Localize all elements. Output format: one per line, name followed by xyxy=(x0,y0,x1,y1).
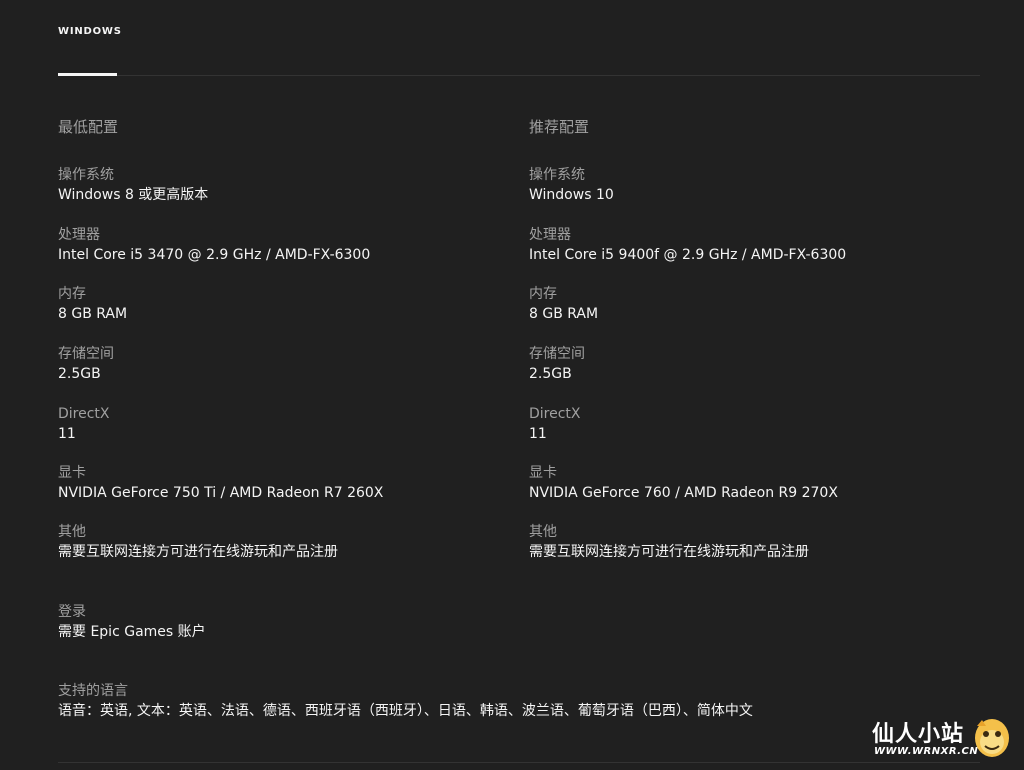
rec-spec-graphics: 显卡 NVIDIA GeForce 760 / AMD Radeon R9 27… xyxy=(529,463,838,503)
spec-value: 2.5GB xyxy=(529,366,572,382)
active-tab-indicator xyxy=(58,73,117,76)
rec-spec-storage: 存储空间 2.5GB xyxy=(529,344,585,384)
platform-tabbar: WINDOWS xyxy=(58,0,980,77)
spec-value: 11 xyxy=(58,426,76,442)
spec-value: Intel Core i5 3470 @ 2.9 GHz / AMD-FX-63… xyxy=(58,247,371,263)
rec-spec-directx: DirectX 11 xyxy=(529,404,581,444)
min-spec-graphics: 显卡 NVIDIA GeForce 750 Ti / AMD Radeon R7… xyxy=(58,463,383,503)
recommended-requirements-heading: 推荐配置 xyxy=(529,118,590,136)
spec-value: 需要互联网连接方可进行在线游玩和产品注册 xyxy=(58,544,338,560)
spec-label: 处理器 xyxy=(529,227,571,243)
rec-spec-os: 操作系统 Windows 10 xyxy=(529,165,614,205)
spec-label: 存储空间 xyxy=(529,346,585,362)
spec-value: 语音：英语, 文本：英语、法语、德语、西班牙语（西班牙）、日语、韩语、波兰语、葡… xyxy=(58,703,753,719)
spec-value: 需要互联网连接方可进行在线游玩和产品注册 xyxy=(529,544,809,560)
rec-spec-other: 其他 需要互联网连接方可进行在线游玩和产品注册 xyxy=(529,522,809,562)
tab-windows[interactable]: WINDOWS xyxy=(58,26,122,37)
min-spec-other: 其他 需要互联网连接方可进行在线游玩和产品注册 xyxy=(58,522,338,562)
login-requirement: 登录 需要 Epic Games 账户 xyxy=(58,602,206,642)
min-spec-directx: DirectX 11 xyxy=(58,404,110,444)
mascot-icon xyxy=(975,719,1009,757)
spec-label: 操作系统 xyxy=(529,167,585,183)
min-spec-storage: 存储空间 2.5GB xyxy=(58,344,114,384)
spec-value: Windows 8 或更高版本 xyxy=(58,187,209,203)
min-spec-os: 操作系统 Windows 8 或更高版本 xyxy=(58,165,208,205)
spec-label: 内存 xyxy=(529,286,557,302)
spec-value: Intel Core i5 9400f @ 2.9 GHz / AMD-FX-6… xyxy=(529,247,847,263)
min-spec-processor: 处理器 Intel Core i5 3470 @ 2.9 GHz / AMD-F… xyxy=(58,225,370,265)
spec-value: Windows 10 xyxy=(529,187,614,203)
spec-label: 登录 xyxy=(58,604,86,620)
spec-label: 其他 xyxy=(529,524,557,540)
spec-value: 需要 Epic Games 账户 xyxy=(58,624,206,640)
min-spec-memory: 内存 8 GB RAM xyxy=(58,284,127,324)
spec-label: 支持的语言 xyxy=(58,683,128,699)
spec-label: 存储空间 xyxy=(58,346,114,362)
spec-label: 显卡 xyxy=(58,465,86,481)
spec-value: 11 xyxy=(529,426,547,442)
spec-label: 操作系统 xyxy=(58,167,114,183)
rec-spec-processor: 处理器 Intel Core i5 9400f @ 2.9 GHz / AMD-… xyxy=(529,225,846,265)
spec-value: 8 GB RAM xyxy=(529,306,599,322)
spec-label: 处理器 xyxy=(58,227,100,243)
watermark-title: 仙人小站 xyxy=(872,722,965,747)
watermark-url: WWW.WRNXR.CN xyxy=(874,746,979,757)
site-watermark: 仙人小站 WWW.WRNXR.CN xyxy=(872,716,1012,764)
spec-value: NVIDIA GeForce 760 / AMD Radeon R9 270X xyxy=(529,485,838,501)
minimum-requirements-heading: 最低配置 xyxy=(58,118,119,136)
bottom-divider xyxy=(58,762,980,763)
tabbar-divider xyxy=(58,75,980,76)
spec-value: 2.5GB xyxy=(58,366,101,382)
spec-label: DirectX xyxy=(529,406,581,422)
spec-label: 其他 xyxy=(58,524,86,540)
rec-spec-memory: 内存 8 GB RAM xyxy=(529,284,598,324)
spec-value: 8 GB RAM xyxy=(58,306,128,322)
spec-label: 显卡 xyxy=(529,465,557,481)
supported-languages: 支持的语言 语音：英语, 文本：英语、法语、德语、西班牙语（西班牙）、日语、韩语… xyxy=(58,681,753,721)
spec-label: DirectX xyxy=(58,406,110,422)
spec-value: NVIDIA GeForce 750 Ti / AMD Radeon R7 26… xyxy=(58,485,384,501)
spec-label: 内存 xyxy=(58,286,86,302)
